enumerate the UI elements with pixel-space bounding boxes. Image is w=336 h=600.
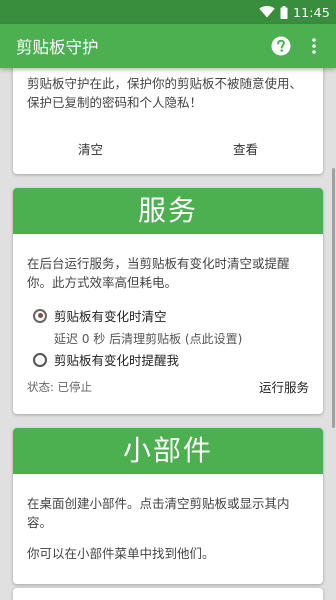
service-footer: 状态: 已停止 运行服务 bbox=[27, 377, 309, 396]
more-vert-icon[interactable] bbox=[302, 31, 326, 61]
status-bar: 11:45 bbox=[0, 0, 336, 24]
widget-hint: 你可以在小部件菜单中找到他们。 bbox=[27, 546, 215, 561]
clear-delay-setting[interactable]: 延迟 0 秒 后清理剪贴板 (点此设置) bbox=[54, 330, 242, 347]
protect-description: 剪贴板守护在此，保护你的剪贴板不被随意使用、保护已复制的密码和个人隐私！ bbox=[27, 76, 303, 110]
wifi-icon bbox=[259, 6, 275, 18]
radio-unselected-icon[interactable] bbox=[33, 352, 47, 367]
help-icon[interactable] bbox=[266, 31, 296, 61]
protect-card: 剪贴板守护在此，保护你的剪贴板不被随意使用、保护已复制的密码和个人隐私！ 清空 … bbox=[13, 68, 323, 174]
service-card: 服务 在后台运行服务，当剪贴板有变化时清空或提醒你。此方式效率高但耗电。 剪贴板… bbox=[13, 188, 323, 414]
next-card bbox=[13, 588, 323, 600]
status-time: 11:45 bbox=[292, 4, 330, 20]
option-notify-on-change[interactable]: 剪贴板有变化时提醒我 bbox=[33, 350, 179, 369]
run-service-button[interactable]: 运行服务 bbox=[259, 377, 309, 396]
scrollbar[interactable] bbox=[332, 168, 335, 428]
option-clear-on-change[interactable]: 剪贴板有变化时清空 bbox=[33, 306, 167, 325]
view-button[interactable]: 查看 bbox=[168, 138, 323, 162]
widget-title: 小部件 bbox=[13, 428, 323, 474]
option-clear-label: 剪贴板有变化时清空 bbox=[54, 309, 167, 324]
service-description: 在后台运行服务，当剪贴板有变化时清空或提醒你。此方式效率高但耗电。 bbox=[27, 256, 290, 290]
radio-selected-icon[interactable] bbox=[33, 308, 47, 323]
widget-description: 在桌面创建小部件。点击清空剪贴板或显示其内容。 bbox=[27, 496, 290, 530]
widget-card: 小部件 在桌面创建小部件。点击清空剪贴板或显示其内容。 你可以在小部件菜单中找到… bbox=[13, 428, 323, 584]
app-title: 剪贴板守护 bbox=[16, 38, 99, 57]
service-title: 服务 bbox=[13, 188, 323, 234]
app-bar: 剪贴板守护 bbox=[0, 24, 336, 68]
option-notify-label: 剪贴板有变化时提醒我 bbox=[54, 353, 180, 368]
scroll-content[interactable]: 剪贴板守护在此，保护你的剪贴板不被随意使用、保护已复制的密码和个人隐私！ 清空 … bbox=[0, 68, 336, 600]
clear-button[interactable]: 清空 bbox=[13, 138, 168, 162]
protect-actions: 清空 查看 bbox=[13, 138, 323, 162]
service-status: 状态: 已停止 bbox=[27, 379, 93, 394]
battery-icon bbox=[280, 5, 288, 19]
